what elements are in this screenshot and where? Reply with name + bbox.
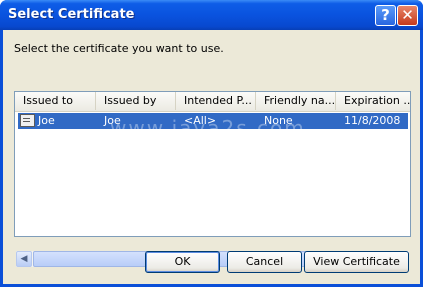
scroll-left-button[interactable]: ◀ <box>16 251 32 267</box>
certificate-list[interactable]: Issued to Issued by Intended P... Friend… <box>14 91 411 267</box>
window-title: Select Certificate <box>8 7 135 22</box>
view-certificate-button[interactable]: View Certificate <box>304 251 409 273</box>
watermark: www.java2s.com <box>110 116 306 140</box>
cell-expiration: 11/8/2008 <box>344 114 401 127</box>
column-intended-purposes[interactable]: Intended P... <box>176 92 256 110</box>
dialog-body: Select the certificate you want to use. … <box>3 30 420 284</box>
prompt-text: Select the certificate you want to use. <box>14 42 224 55</box>
column-expiration[interactable]: Expiration ... <box>336 92 410 110</box>
column-issued-by[interactable]: Issued by <box>96 92 176 110</box>
title-bar[interactable]: Select Certificate ? ✕ <box>0 0 423 30</box>
list-header: Issued to Issued by Intended P... Friend… <box>15 92 410 112</box>
certificate-icon <box>20 114 35 127</box>
select-certificate-window: Select Certificate ? ✕ Select the certif… <box>0 0 423 287</box>
cancel-button[interactable]: Cancel <box>227 251 302 273</box>
cell-issued-to: Joe <box>38 114 55 127</box>
ok-button[interactable]: OK <box>145 251 220 273</box>
column-issued-to[interactable]: Issued to <box>15 92 96 110</box>
close-button[interactable]: ✕ <box>397 5 418 26</box>
column-friendly-name[interactable]: Friendly na... <box>256 92 336 110</box>
help-button[interactable]: ? <box>375 5 396 26</box>
